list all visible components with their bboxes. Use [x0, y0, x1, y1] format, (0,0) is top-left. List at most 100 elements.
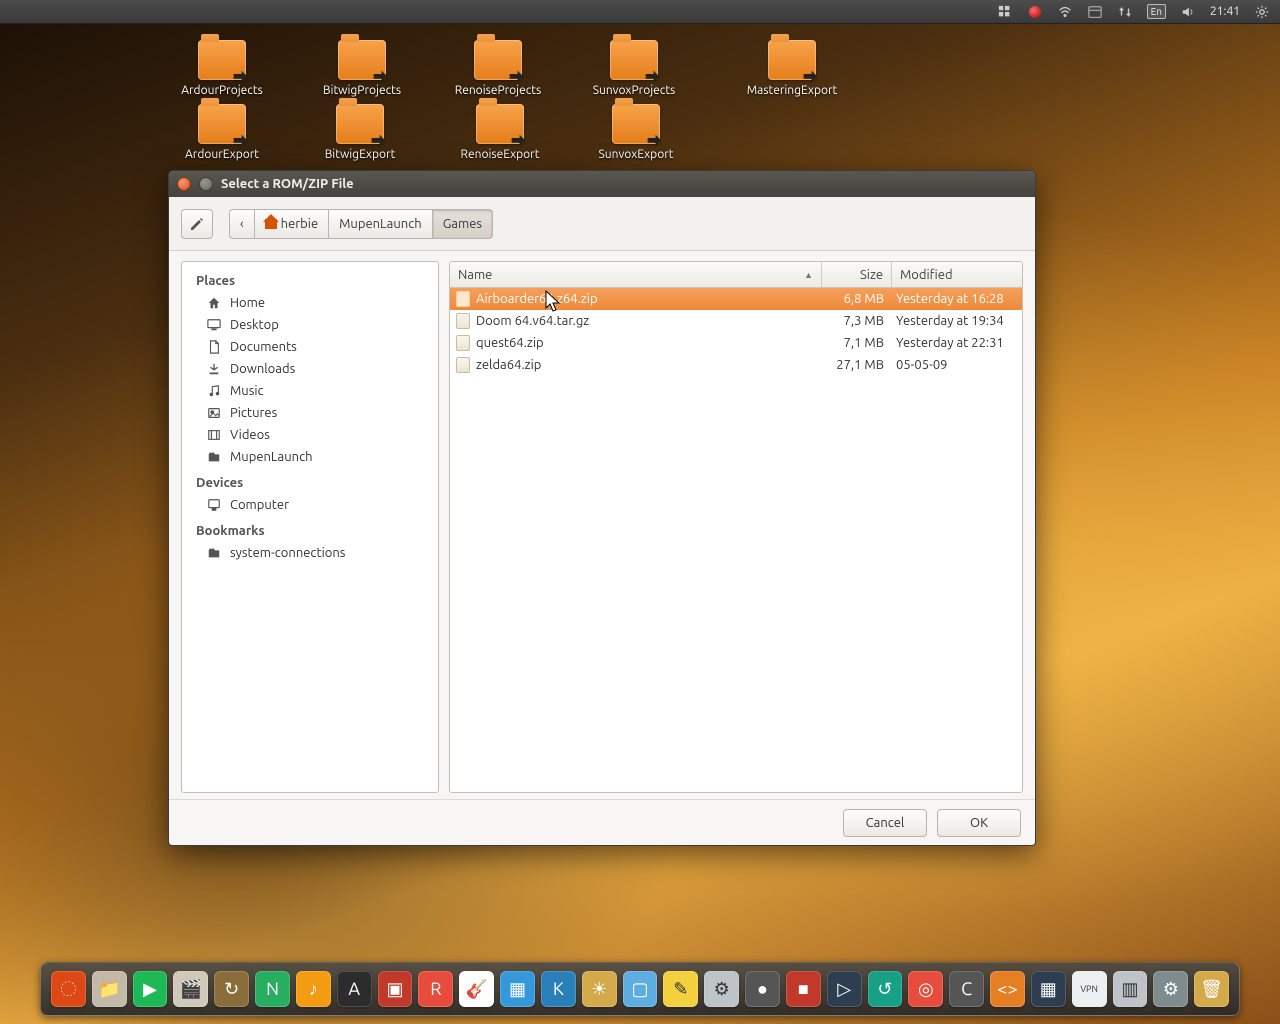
dock-patchage[interactable]: ▦: [500, 971, 535, 1007]
dock-shotwell[interactable]: ▷: [827, 971, 862, 1007]
mupen-icon: [206, 449, 222, 465]
sidebar-item-pictures[interactable]: Pictures: [182, 402, 438, 424]
dock-ardour[interactable]: A: [337, 971, 372, 1007]
dock-box1[interactable]: ▢: [623, 971, 658, 1007]
videos-icon: [206, 427, 222, 443]
desktop-icon: [206, 317, 222, 333]
dock-guitar[interactable]: 🎸: [459, 971, 494, 1007]
file-row[interactable]: zelda64.zip27,1 MB05-05-09: [450, 354, 1022, 376]
minimize-icon[interactable]: [199, 177, 213, 191]
cancel-button[interactable]: Cancel: [843, 809, 927, 837]
file-row[interactable]: Airboarder64.z64.zip6,8 MBYesterday at 1…: [450, 288, 1022, 310]
dock-ubuntu[interactable]: ◌: [51, 971, 86, 1007]
toolbar: ‹ herbieMupenLaunchGames: [169, 197, 1035, 251]
dock-monitor[interactable]: ▥: [1113, 971, 1148, 1007]
sidebar-item-label: Computer: [230, 498, 289, 512]
wifi-icon[interactable]: [1057, 4, 1073, 20]
folder-icon: [474, 40, 522, 80]
dock-spotify[interactable]: ▶: [133, 971, 168, 1007]
file-modified: Yesterday at 22:31: [892, 336, 1022, 350]
sidebar-item-music[interactable]: Music: [182, 380, 438, 402]
home-icon: [206, 295, 222, 311]
desktop-folder-bitwigexport[interactable]: BitwigExport: [300, 104, 420, 161]
titlebar[interactable]: Select a ROM/ZIP File: [169, 171, 1035, 197]
desktop-folder-masteringexport[interactable]: MasteringExport: [732, 40, 852, 97]
column-modified[interactable]: Modified: [892, 262, 1022, 287]
file-chooser-dialog: Select a ROM/ZIP File ‹ herbieMupenLaunc…: [168, 170, 1036, 846]
sysconn-icon: [206, 545, 222, 561]
dock-screencast[interactable]: ■: [786, 971, 821, 1007]
clock[interactable]: 21:41: [1210, 5, 1240, 18]
file-row[interactable]: quest64.zip7,1 MBYesterday at 22:31: [450, 332, 1022, 354]
gear-icon[interactable]: [1254, 4, 1270, 20]
desktop-folder-renoiseexport[interactable]: RenoiseExport: [440, 104, 560, 161]
sidebar-item-label: Desktop: [230, 318, 279, 332]
dock-gears[interactable]: ⚙: [704, 971, 739, 1007]
dock-carla[interactable]: C: [949, 971, 984, 1007]
sidebar-item-videos[interactable]: Videos: [182, 424, 438, 446]
dock-kdenlive[interactable]: K: [541, 971, 576, 1007]
sidebar-item-label: MupenLaunch: [230, 450, 313, 464]
file-size: 7,3 MB: [822, 314, 892, 328]
sidebar-item-computer[interactable]: Computer: [182, 494, 438, 516]
dock-jockey[interactable]: ↺: [868, 971, 903, 1007]
desktop-folder-ardourexport[interactable]: ArdourExport: [162, 104, 282, 161]
language-indicator[interactable]: En: [1147, 4, 1166, 19]
dock-mixxx[interactable]: ▣: [378, 971, 413, 1007]
breadcrumb-home[interactable]: herbie: [254, 209, 329, 239]
sidebar-item-downloads[interactable]: Downloads: [182, 358, 438, 380]
dock-music[interactable]: ♪: [296, 971, 331, 1007]
close-icon[interactable]: [177, 177, 191, 191]
computer-icon: [206, 497, 222, 513]
grid-icon[interactable]: [997, 4, 1013, 20]
desktop-folder-sunvoxprojects[interactable]: SunvoxProjects: [574, 40, 694, 97]
dock-n64[interactable]: N: [255, 971, 290, 1007]
breadcrumb-games[interactable]: Games: [432, 209, 493, 239]
dock-code[interactable]: <>: [990, 971, 1025, 1007]
dock-target[interactable]: ◎: [908, 971, 943, 1007]
volume-icon[interactable]: [1180, 4, 1196, 20]
dock-settings[interactable]: ⚙: [1153, 971, 1188, 1007]
dock-video[interactable]: 🎬: [173, 971, 208, 1007]
dock-notes[interactable]: ✎: [663, 971, 698, 1007]
desktop-icon-label: SunvoxProjects: [574, 84, 694, 97]
ok-button[interactable]: OK: [937, 809, 1021, 837]
desktop-folder-ardourprojects[interactable]: ArdourProjects: [162, 40, 282, 97]
top-panel: En 21:41: [0, 0, 1280, 24]
devices-header: Devices: [182, 472, 438, 494]
sidebar-item-desktop[interactable]: Desktop: [182, 314, 438, 336]
file-icon: [456, 357, 470, 373]
column-name[interactable]: Name▲: [450, 262, 822, 287]
folder-icon: [198, 104, 246, 144]
record-icon[interactable]: [1027, 4, 1043, 20]
column-size[interactable]: Size: [822, 262, 892, 287]
sidebar-item-mupen[interactable]: MupenLaunch: [182, 446, 438, 468]
file-row[interactable]: Doom 64.v64.tar.gz7,3 MBYesterday at 19:…: [450, 310, 1022, 332]
desktop-folder-renoiseprojects[interactable]: RenoiseProjects: [438, 40, 558, 97]
folder-icon: [338, 40, 386, 80]
sidebar-item-home[interactable]: Home: [182, 292, 438, 314]
sidebar-item-sysconn[interactable]: system-connections: [182, 542, 438, 564]
sidebar-item-documents[interactable]: Documents: [182, 336, 438, 358]
dock-updates[interactable]: ↻: [214, 971, 249, 1007]
window-title: Select a ROM/ZIP File: [221, 177, 354, 191]
desktop-icon-label: BitwigProjects: [302, 84, 422, 97]
calendar-icon[interactable]: [1087, 4, 1103, 20]
file-name: zelda64.zip: [476, 358, 541, 372]
dock-vbox[interactable]: ▦: [1031, 971, 1066, 1007]
downloads-icon: [206, 361, 222, 377]
desktop-folder-bitwigprojects[interactable]: BitwigProjects: [302, 40, 422, 97]
dock-vpn[interactable]: VPN: [1072, 971, 1107, 1007]
folder-icon: [476, 104, 524, 144]
desktop-folder-sunvoxexport[interactable]: SunvoxExport: [576, 104, 696, 161]
places-header: Places: [182, 270, 438, 292]
dock-trash[interactable]: 🗑: [1194, 971, 1229, 1007]
breadcrumb-back[interactable]: ‹: [229, 209, 255, 239]
dock-files[interactable]: 📁: [92, 971, 127, 1007]
dock-renoise[interactable]: R: [418, 971, 453, 1007]
network-icon[interactable]: [1117, 4, 1133, 20]
breadcrumb-mupen[interactable]: MupenLaunch: [328, 209, 433, 239]
dock-sunvox[interactable]: ☀: [582, 971, 617, 1007]
dock-brasero[interactable]: ●: [745, 971, 780, 1007]
edit-path-button[interactable]: [181, 209, 213, 239]
